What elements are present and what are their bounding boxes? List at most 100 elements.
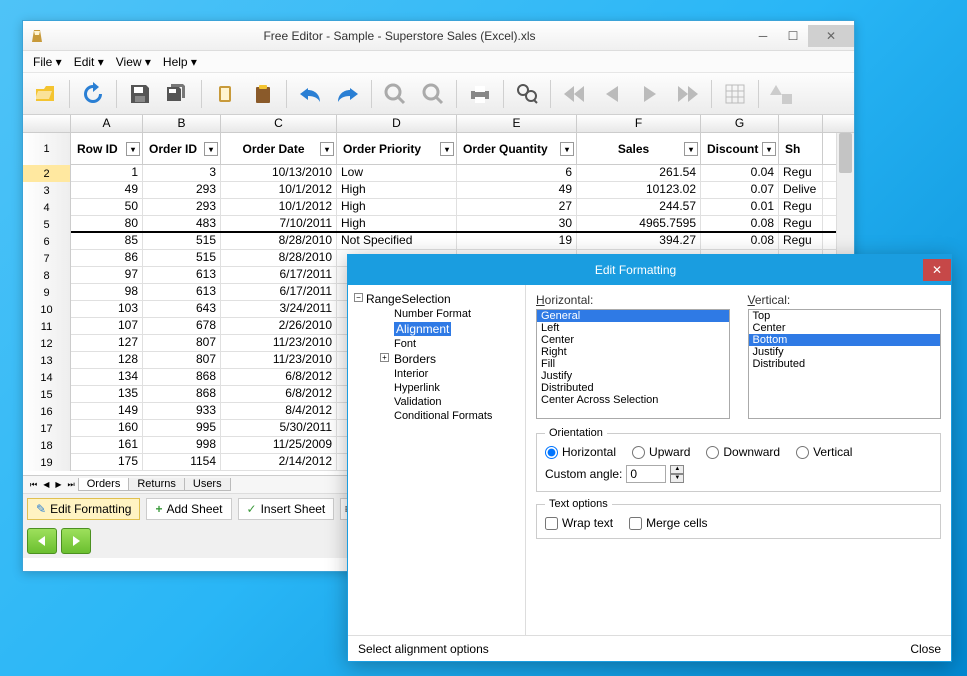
cell[interactable]: Not Specified bbox=[337, 233, 457, 249]
tree-item-interior[interactable]: Interior bbox=[352, 367, 521, 381]
col-header[interactable]: B bbox=[143, 115, 221, 132]
collapse-icon[interactable]: − bbox=[354, 293, 363, 302]
cell[interactable]: 6/17/2011 bbox=[221, 267, 337, 283]
row-header[interactable]: 12 bbox=[23, 335, 71, 352]
cell[interactable]: 1 bbox=[71, 165, 143, 181]
cell[interactable]: 10/1/2012 bbox=[221, 199, 337, 215]
cell[interactable]: Regu bbox=[779, 165, 823, 181]
cell[interactable]: 868 bbox=[143, 369, 221, 385]
tree-item-conditional[interactable]: Conditional Formats bbox=[352, 409, 521, 423]
list-item[interactable]: Justify bbox=[749, 346, 941, 358]
cell[interactable]: 515 bbox=[143, 250, 221, 266]
row-header[interactable]: 1 bbox=[23, 133, 71, 165]
col-header[interactable]: G bbox=[701, 115, 779, 132]
cell[interactable]: 483 bbox=[143, 216, 221, 231]
cell[interactable]: 50 bbox=[71, 199, 143, 215]
menu-edit[interactable]: Edit ▾ bbox=[68, 53, 110, 71]
horizontal-listbox[interactable]: General Left Center Right Fill Justify D… bbox=[536, 309, 730, 419]
cell[interactable]: 4965.7595 bbox=[577, 216, 701, 231]
tree-item-hyperlink[interactable]: Hyperlink bbox=[352, 381, 521, 395]
cell[interactable]: 10123.02 bbox=[577, 182, 701, 198]
cell[interactable]: 868 bbox=[143, 386, 221, 402]
list-item[interactable]: Top bbox=[749, 310, 941, 322]
row-header[interactable]: 4 bbox=[23, 199, 71, 216]
filter-dropdown-icon[interactable]: ▾ bbox=[204, 142, 218, 156]
cell[interactable]: 86 bbox=[71, 250, 143, 266]
add-sheet-button[interactable]: +Add Sheet bbox=[146, 498, 231, 520]
row-header[interactable]: 6 bbox=[23, 233, 71, 250]
list-item[interactable]: Center bbox=[749, 322, 941, 334]
cell[interactable]: 293 bbox=[143, 199, 221, 215]
cell[interactable]: 998 bbox=[143, 437, 221, 453]
cell[interactable]: 103 bbox=[71, 301, 143, 317]
cell[interactable]: 149 bbox=[71, 403, 143, 419]
cell[interactable]: 5/30/2011 bbox=[221, 420, 337, 436]
cell[interactable]: 49 bbox=[71, 182, 143, 198]
filter-dropdown-icon[interactable]: ▾ bbox=[560, 142, 574, 156]
undo-icon[interactable] bbox=[293, 77, 327, 111]
cell[interactable]: 19 bbox=[457, 233, 577, 249]
cell[interactable]: 11/25/2009 bbox=[221, 437, 337, 453]
cell[interactable]: 394.27 bbox=[577, 233, 701, 249]
table-row[interactable]: 45029310/1/2012High27244.570.01Regu bbox=[23, 199, 854, 216]
tree-item-validation[interactable]: Validation bbox=[352, 395, 521, 409]
cell[interactable]: High bbox=[337, 182, 457, 198]
save-all-icon[interactable] bbox=[161, 77, 195, 111]
col-header[interactable]: A bbox=[71, 115, 143, 132]
cell[interactable]: 30 bbox=[457, 216, 577, 231]
row-header[interactable]: 9 bbox=[23, 284, 71, 301]
col-header[interactable]: C bbox=[221, 115, 337, 132]
maximize-button[interactable]: ☐ bbox=[778, 25, 808, 47]
dialog-close-link[interactable]: Close bbox=[910, 642, 941, 656]
redo-icon[interactable] bbox=[331, 77, 365, 111]
last-icon[interactable] bbox=[671, 77, 705, 111]
filter-dropdown-icon[interactable]: ▾ bbox=[684, 142, 698, 156]
list-item[interactable]: Justify bbox=[537, 370, 729, 382]
zoom-in-icon[interactable] bbox=[378, 77, 412, 111]
nav-forward-button[interactable] bbox=[61, 528, 91, 554]
paste-icon[interactable] bbox=[246, 77, 280, 111]
sheet-tab-orders[interactable]: Orders bbox=[78, 478, 130, 491]
custom-angle-input[interactable] bbox=[626, 465, 666, 483]
spin-down-icon[interactable]: ▼ bbox=[670, 474, 684, 483]
row-header[interactable]: 13 bbox=[23, 352, 71, 369]
cell[interactable]: 80 bbox=[71, 216, 143, 231]
cell[interactable]: Regu bbox=[779, 199, 823, 215]
shapes-icon[interactable] bbox=[765, 77, 799, 111]
cell[interactable]: 161 bbox=[71, 437, 143, 453]
cell[interactable]: 0.04 bbox=[701, 165, 779, 181]
list-item[interactable]: Bottom bbox=[749, 334, 941, 346]
cell[interactable]: 11/23/2010 bbox=[221, 352, 337, 368]
cell[interactable]: 293 bbox=[143, 182, 221, 198]
cell[interactable]: 678 bbox=[143, 318, 221, 334]
cell[interactable]: 2/26/2010 bbox=[221, 318, 337, 334]
close-button[interactable]: ✕ bbox=[808, 25, 854, 47]
list-item[interactable]: Distributed bbox=[537, 382, 729, 394]
cell[interactable]: 0.08 bbox=[701, 233, 779, 249]
cell[interactable]: 49 bbox=[457, 182, 577, 198]
grid-icon[interactable] bbox=[718, 77, 752, 111]
cell[interactable]: 643 bbox=[143, 301, 221, 317]
radio-upward[interactable]: Upward bbox=[632, 445, 690, 459]
cell[interactable]: High bbox=[337, 216, 457, 231]
menu-view[interactable]: View ▾ bbox=[110, 53, 157, 71]
header-cell[interactable]: Sh bbox=[779, 133, 823, 165]
table-row[interactable]: 34929310/1/2012High4910123.020.07Delive bbox=[23, 182, 854, 199]
cell[interactable]: 160 bbox=[71, 420, 143, 436]
col-header[interactable]: D bbox=[337, 115, 457, 132]
cell[interactable]: 27 bbox=[457, 199, 577, 215]
cell[interactable]: 6/17/2011 bbox=[221, 284, 337, 300]
scrollbar-thumb[interactable] bbox=[839, 133, 852, 173]
row-header[interactable]: 18 bbox=[23, 437, 71, 454]
table-row[interactable]: 6855158/28/2010Not Specified19394.270.08… bbox=[23, 233, 854, 250]
list-item[interactable]: Fill bbox=[537, 358, 729, 370]
row-header[interactable]: 19 bbox=[23, 454, 71, 471]
cell[interactable]: 3 bbox=[143, 165, 221, 181]
cell[interactable]: 613 bbox=[143, 267, 221, 283]
header-cell[interactable]: Order Priority▾ bbox=[337, 133, 457, 165]
table-row[interactable]: 5804837/10/2011High304965.75950.08Regu bbox=[23, 216, 854, 233]
cell[interactable]: Regu bbox=[779, 233, 823, 249]
cell[interactable]: 807 bbox=[143, 335, 221, 351]
vertical-listbox[interactable]: Top Center Bottom Justify Distributed bbox=[748, 309, 942, 419]
prev-icon[interactable] bbox=[595, 77, 629, 111]
